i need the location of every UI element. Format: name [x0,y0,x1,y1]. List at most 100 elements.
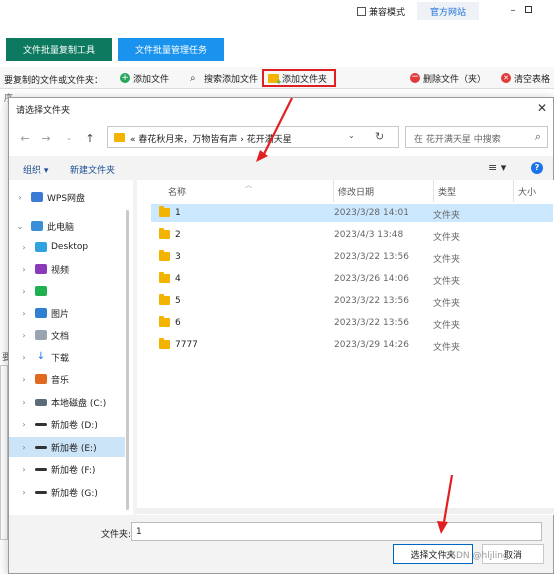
refresh-icon[interactable]: ↻ [375,130,384,143]
chevron-right-icon[interactable]: › [13,353,35,362]
chevron-right-icon[interactable]: › [13,287,35,296]
nav-item-label: 新加卷 (F:) [51,465,96,476]
chevron-right-icon[interactable]: › [13,465,35,474]
folder-name-input[interactable]: 1 [131,522,542,541]
nav-item-pictures[interactable]: › 图片 [9,303,125,323]
nav-item-app[interactable]: › [9,281,125,301]
video-icon [35,264,47,274]
up-arrow-icon[interactable]: ↑ [84,132,96,145]
add-folder-label: 添加文件夹 [282,74,328,85]
clear-table-label: 清空表格 [514,74,551,85]
table-row[interactable]: 6 2023/3/22 13:56 文件夹 [151,314,553,332]
search-placeholder: 在 花开满天星 中搜索 [414,135,501,145]
nav-item-documents[interactable]: › 文档 [9,325,125,345]
compat-mode-checkbox[interactable]: 兼容模式 [357,5,405,18]
chevron-right-icon[interactable]: › [13,309,35,318]
delete-file-button[interactable]: − 删除文件（夹） [406,69,490,87]
tab-batch-copy[interactable]: 文件批量复制工具 [6,38,112,61]
table-row[interactable]: 1 2023/3/28 14:01 文件夹 [151,204,553,222]
file-type: 文件夹 [433,233,461,243]
column-size[interactable]: 大小 [513,180,536,202]
computer-icon [31,221,43,231]
nav-item-label: 下载 [51,353,70,364]
add-file-button[interactable]: + 添加文件 [116,69,173,87]
chevron-right-icon[interactable]: › [9,193,31,202]
chevron-right-icon[interactable]: › [13,265,35,274]
horizontal-scrollbar[interactable] [137,508,554,514]
view-options-icon[interactable]: ≡ ▾ [488,161,506,174]
file-name: 5 [175,296,181,306]
nav-item-desktop[interactable]: › Desktop [9,237,125,257]
folder-icon [159,206,170,217]
chevron-right-icon[interactable]: › [13,243,35,252]
organize-menu[interactable]: 组织 ▾ [23,163,48,176]
folder-icon [159,316,170,327]
folder-name-value: 1 [136,527,142,537]
nav-item-label: 新加卷 (D:) [51,420,98,431]
close-icon[interactable]: ✕ [535,101,549,115]
app-titlebar: 兼容模式 官方网站 – [0,0,554,24]
forward-arrow-icon[interactable]: → [40,132,52,145]
search-input[interactable]: 在 花开满天星 中搜索 ⌕ [405,126,548,148]
nav-item-music[interactable]: › 音乐 [9,369,125,389]
close-icon: ✕ [501,73,511,83]
chevron-right-icon[interactable]: › [13,375,35,384]
file-name: 6 [175,318,181,328]
nav-item-downloads[interactable]: › ↓ 下载 [9,347,125,367]
nav-item-drive-g[interactable]: › 新加卷 (G:) [9,482,125,502]
tab-batch-manage[interactable]: 文件批量管理任务 [118,38,224,61]
checkbox-icon[interactable] [357,7,366,16]
column-date[interactable]: 修改日期 [333,180,374,202]
table-row[interactable]: 7777 2023/3/29 14:26 文件夹 [151,336,553,354]
add-folder-button[interactable]: 添加文件夹 [262,69,336,87]
back-arrow-icon[interactable]: ← [19,132,31,145]
nav-item-drive-f[interactable]: › 新加卷 (F:) [9,459,125,479]
file-date: 2023/3/29 14:26 [334,340,409,350]
column-name[interactable]: 名称 [168,180,186,202]
nav-item-label: 图片 [51,309,70,320]
nav-item-this-pc[interactable]: ⌄ 此电脑 [9,216,125,236]
chevron-right-icon[interactable]: › [13,443,35,452]
nav-item-wps[interactable]: › WPS网盘 [9,187,125,207]
navigation-pane: › WPS网盘 ⌄ 此电脑 › Desktop › 视频 › › 图片 › 文档… [9,180,133,515]
chevron-down-icon[interactable]: ⌄ [9,222,31,231]
table-row[interactable]: 5 2023/3/22 13:56 文件夹 [151,292,553,310]
add-file-label: 添加文件 [133,74,170,85]
chevron-right-icon[interactable]: › [13,331,35,340]
nav-item-drive-e[interactable]: › 新加卷 (E:) [9,437,125,457]
address-bar[interactable]: « 春花秋月来，万物皆有声 › 花开满天星 ⌄ ↻ [107,126,399,148]
nav-item-label: 视频 [51,265,70,276]
file-date: 2023/4/3 13:48 [334,230,404,240]
table-row[interactable]: 2 2023/4/3 13:48 文件夹 [151,226,553,244]
official-site-button[interactable]: 官方网站 [417,2,479,20]
help-icon[interactable]: ? [531,162,543,174]
chevron-right-icon[interactable]: › [13,488,35,497]
clear-table-button[interactable]: ✕ 清空表格 [497,69,554,87]
chevron-down-icon[interactable]: ⌄ [348,131,355,140]
cloud-icon [31,192,43,202]
nav-item-videos[interactable]: › 视频 [9,259,125,279]
chevron-down-icon[interactable]: ⌄ [63,134,75,142]
drive-icon [35,490,47,494]
app-icon [35,286,47,296]
new-folder-button[interactable]: 新建文件夹 [70,163,115,176]
chevron-right-icon[interactable]: › [13,420,35,429]
search-add-file-button[interactable]: ⌕ 搜索添加文件 [186,69,262,87]
background-panel [0,365,8,540]
nav-item-drive-c[interactable]: › 本地磁盘 (C:) [9,392,125,412]
file-list: ︿ 名称 修改日期 类型 大小 1 2023/3/28 14:01 文件夹 2 … [137,180,554,515]
table-row[interactable]: 3 2023/3/22 13:56 文件夹 [151,248,553,266]
search-add-label: 搜索添加文件 [204,74,259,85]
nav-item-label: 此电脑 [47,222,75,233]
table-row[interactable]: 4 2023/3/26 14:06 文件夹 [151,270,553,288]
nav-item-drive-d[interactable]: › 新加卷 (D:) [9,414,125,434]
minimize-icon[interactable]: – [506,4,520,18]
nav-scrollbar[interactable] [126,210,129,510]
breadcrumb[interactable]: « 春花秋月来，万物皆有声 › 花开满天星 [130,132,292,145]
toolbar-label: 要复制的文件或文件夹： [4,76,104,86]
column-type[interactable]: 类型 [433,180,456,202]
desktop-icon [35,242,47,252]
file-date: 2023/3/28 14:01 [334,208,409,218]
chevron-right-icon[interactable]: › [13,398,35,407]
maximize-icon[interactable] [525,6,532,13]
